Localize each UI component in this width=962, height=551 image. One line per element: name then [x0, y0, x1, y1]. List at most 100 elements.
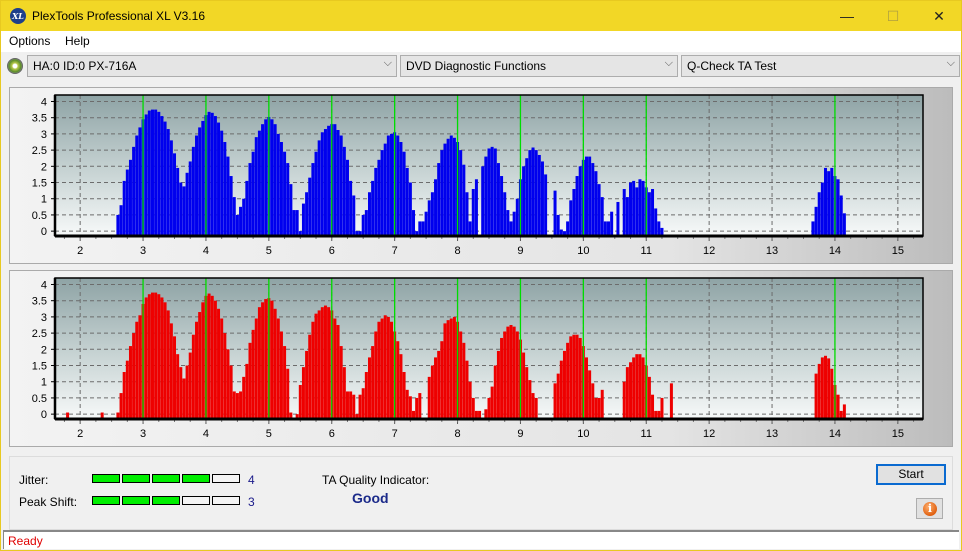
bar [157, 294, 161, 419]
bar [651, 394, 655, 419]
bar [534, 150, 538, 236]
x-tick-label: 6 [329, 245, 335, 257]
bar [317, 310, 321, 419]
bar [496, 163, 500, 236]
info-button[interactable]: i [916, 498, 943, 519]
bar [270, 119, 274, 236]
bar [625, 367, 629, 419]
test-select[interactable]: Q-Check TA Test ⌵ [681, 55, 960, 77]
bar [651, 189, 655, 236]
function-group-select[interactable]: DVD Diagnostic Functions ⌵ [400, 55, 678, 77]
bar [371, 180, 375, 236]
bar [402, 151, 406, 236]
bar [430, 365, 434, 419]
bar [245, 180, 249, 236]
ta-chart-bottom: 0 0.5 1 1.5 2 2.5 3 3.5 4 2 3 4 5 6 7 8 9 10 11 12 13 14 15 [32, 277, 924, 440]
bar [327, 307, 331, 419]
bar [349, 180, 353, 236]
bar [150, 109, 154, 236]
bar [254, 137, 258, 236]
bar [217, 122, 221, 236]
meter-segment [92, 474, 120, 483]
bar [594, 397, 598, 419]
bar [811, 221, 815, 236]
bar [522, 166, 526, 236]
bar [383, 315, 387, 419]
bar [207, 293, 211, 419]
bar [638, 354, 642, 419]
y-tick-label: 0.5 [32, 393, 47, 405]
bar [572, 334, 576, 419]
bar [380, 150, 384, 236]
bar [506, 326, 510, 419]
bar [506, 210, 510, 236]
bar [427, 200, 431, 236]
bar [597, 397, 601, 419]
bar [377, 159, 381, 236]
bar [289, 184, 293, 236]
x-tick-label: 15 [892, 428, 904, 440]
bar [264, 119, 268, 236]
bar [261, 124, 265, 236]
bar [339, 135, 343, 236]
toolbar: HA:0 ID:0 PX-716A ⌵ DVD Diagnostic Funct… [1, 52, 961, 80]
bar [471, 189, 475, 236]
bar [430, 192, 434, 236]
bar [622, 381, 626, 419]
bar [824, 355, 828, 419]
bar [154, 292, 158, 419]
menu-help[interactable]: Help [65, 34, 90, 48]
app-logo-icon: XL [10, 8, 26, 24]
bar [301, 367, 305, 419]
bar [503, 192, 507, 236]
bar [273, 124, 277, 236]
bar [188, 161, 192, 236]
bar [279, 331, 283, 419]
bar [503, 331, 507, 419]
x-tick-label: 9 [517, 428, 523, 440]
menu-options[interactable]: Options [9, 34, 50, 48]
chevron-down-icon: ⌵ [946, 57, 955, 69]
bar [138, 315, 142, 419]
bar [402, 372, 406, 419]
bar [251, 329, 255, 419]
bar [814, 373, 818, 419]
bar [364, 210, 368, 236]
minimize-button[interactable]: — [824, 1, 870, 31]
bar [622, 189, 626, 236]
x-tick-label: 3 [140, 428, 146, 440]
bar [578, 166, 582, 236]
bar [198, 312, 202, 419]
x-tick-label: 4 [203, 428, 209, 440]
bar [210, 112, 214, 236]
function-group-value: DVD Diagnostic Functions [406, 59, 547, 73]
drive-select[interactable]: HA:0 ID:0 PX-716A ⌵ [27, 55, 397, 77]
y-tick-label: 0 [41, 226, 47, 238]
meter-segment [212, 474, 240, 483]
bar [128, 346, 132, 419]
bar [311, 163, 315, 236]
x-tick-label: 14 [829, 428, 841, 440]
x-tick-label: 11 [641, 428, 652, 440]
bar [119, 205, 123, 236]
ta-quality-value: Good [352, 490, 389, 506]
bar [481, 166, 485, 236]
bar [286, 163, 290, 236]
bar [396, 341, 400, 419]
start-button[interactable]: Start [876, 464, 946, 485]
bar [116, 214, 120, 236]
bar [135, 135, 139, 236]
bar [641, 357, 645, 419]
bar [487, 397, 491, 419]
bar [374, 167, 378, 236]
y-tick-label: 0.5 [32, 210, 47, 222]
bar [242, 376, 246, 419]
maximize-button[interactable]: ☐ [870, 1, 916, 31]
bar [534, 397, 538, 419]
bar [594, 171, 598, 236]
y-tick-label: 1 [41, 377, 47, 389]
close-button[interactable]: ✕ [916, 1, 962, 31]
bar [276, 318, 280, 419]
bar [248, 163, 252, 236]
bar [493, 148, 497, 236]
